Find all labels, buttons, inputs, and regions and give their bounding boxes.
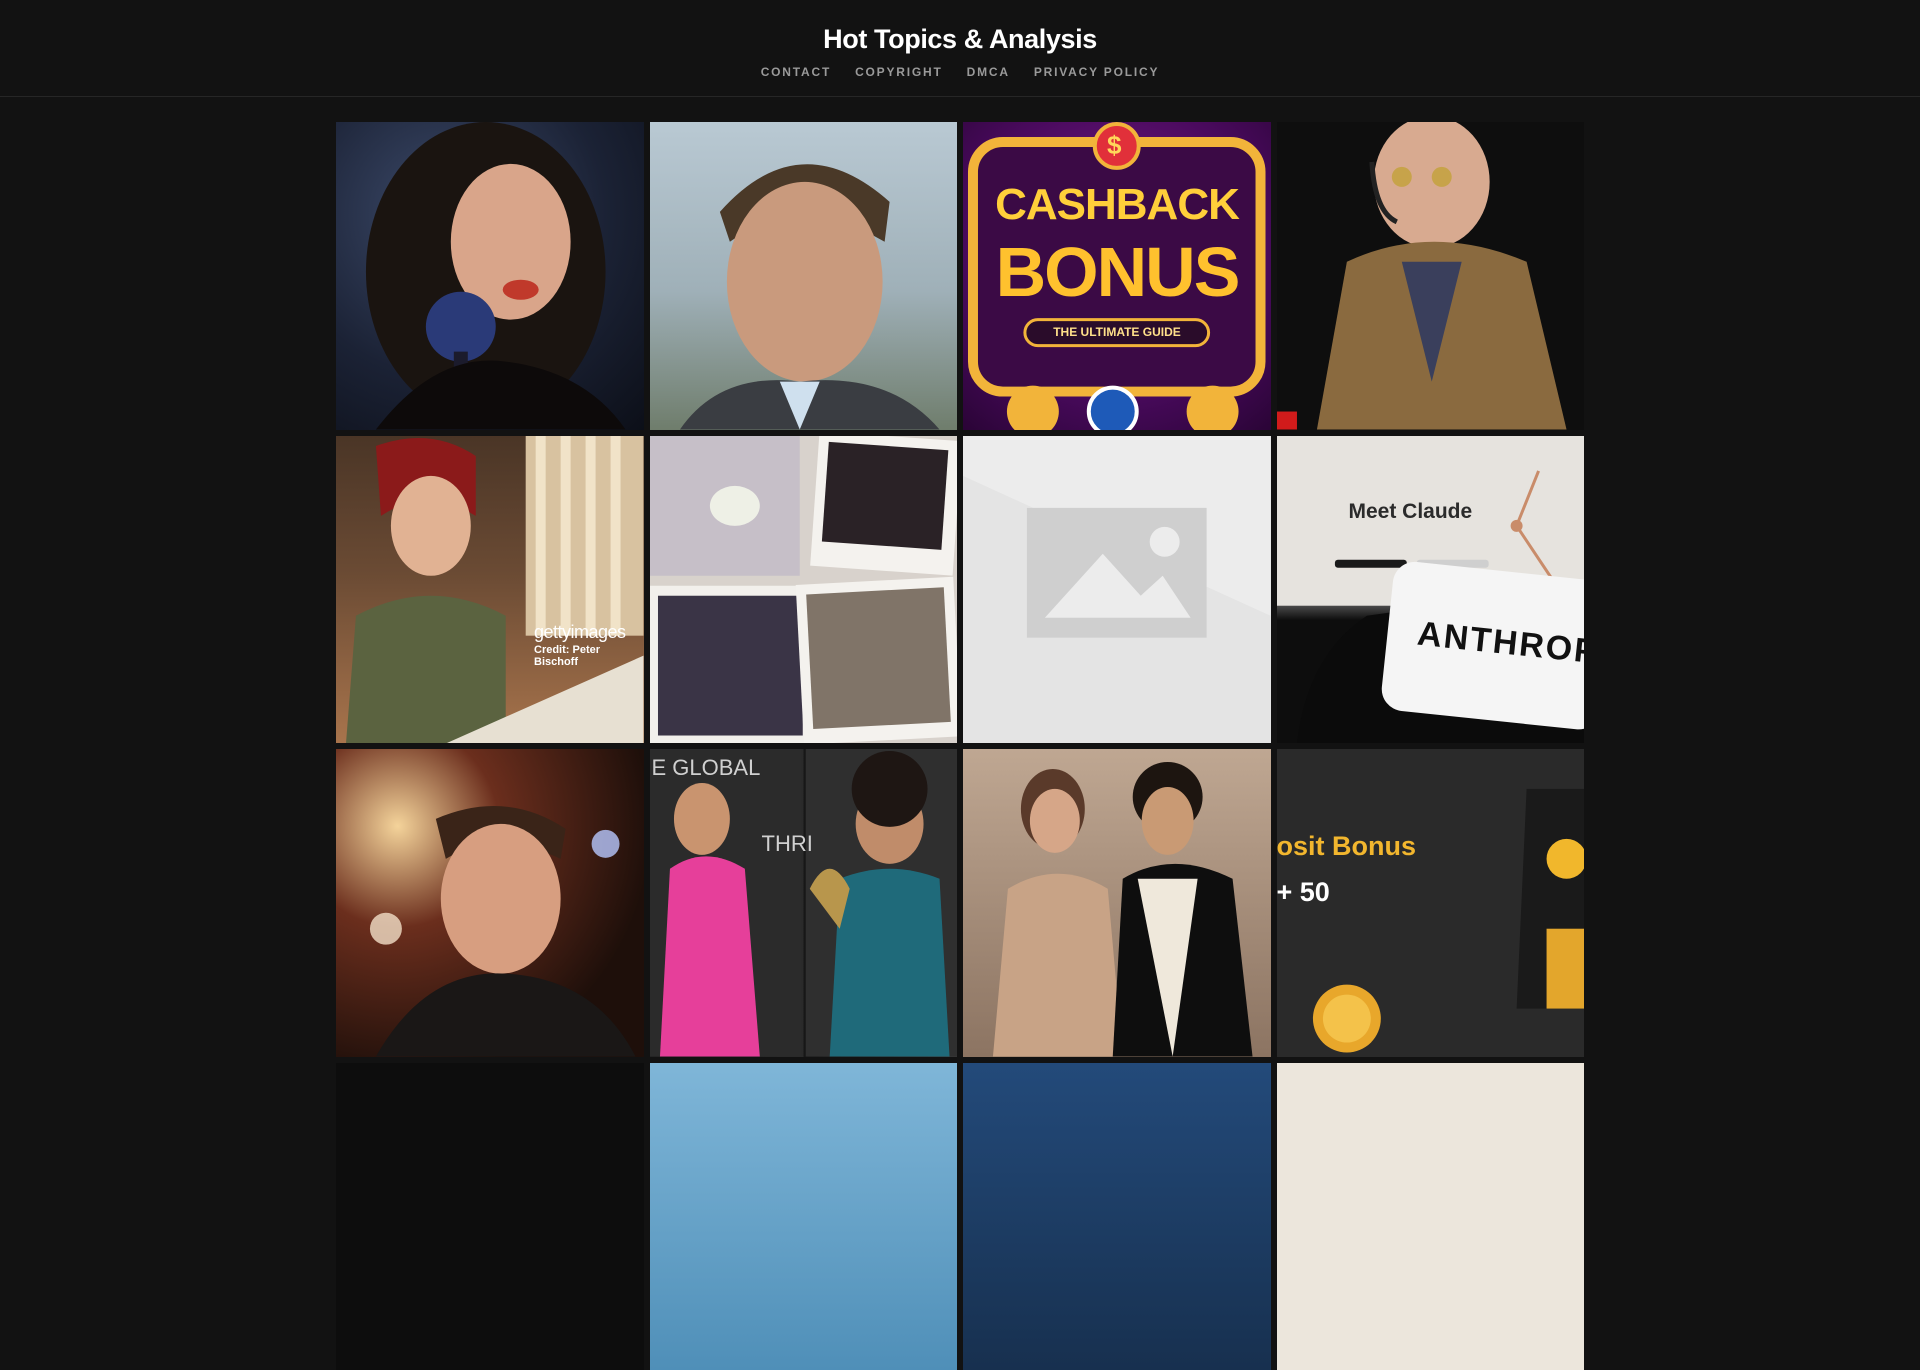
post-tile-man-portrait[interactable] [650,122,958,430]
post-tile-man-headset[interactable] [1277,122,1585,430]
site-header: Hot Topics & Analysis CONTACT COPYRIGHT … [0,0,1920,97]
dark-photo [336,1063,644,1370]
nav-dmca-link[interactable]: DMCA [967,65,1010,79]
cashback-line2: BONUS [963,232,1271,312]
getty-watermark: gettyimages [534,622,626,643]
post-tile-man-portrait-lights[interactable] [336,749,644,1057]
post-tile-cashback-bonus[interactable]: $ CASHBACK BONUS THE ULTIMATE GUIDE [963,122,1271,430]
man-headset-photo [1277,122,1585,430]
image-placeholder [963,436,1271,744]
post-tile-row4-1[interactable] [336,1063,644,1370]
event-sign-text: E GLOBAL [652,755,761,781]
post-tile-deposit-bonus[interactable]: osit Bonus + 50 [1277,749,1585,1057]
blue-photo [963,1063,1271,1370]
event-sign-text-2: THRI [762,831,813,857]
man-portrait-lights-photo [336,749,644,1057]
deposit-bonus-line1: osit Bonus [1277,831,1417,862]
post-tile-row4-3[interactable] [963,1063,1271,1370]
woman-singing-photo [336,122,644,430]
post-tile-row4-4[interactable] [1277,1063,1585,1370]
cashback-badge: $ [1107,130,1121,161]
man-portrait-photo [650,122,958,430]
nav-privacy-policy-link[interactable]: PRIVACY POLICY [1034,65,1159,79]
post-tile-woman-singing[interactable] [336,122,644,430]
post-tile-row4-2[interactable] [650,1063,958,1370]
sky-photo [650,1063,958,1370]
post-tile-wedding-polaroids[interactable] [650,436,958,744]
site-title[interactable]: Hot Topics & Analysis [0,0,1920,55]
woman-drawing-photo [336,436,644,744]
post-tile-woman-drawing[interactable]: gettyimages Credit: Peter Bischoff [336,436,644,744]
post-tile-image-placeholder[interactable] [963,436,1271,744]
post-tile-couple-formal[interactable] [963,749,1271,1057]
cashback-line1: CASHBACK [963,180,1271,230]
post-tile-anthropic[interactable]: Meet Claude ANTHROP [1277,436,1585,744]
nav-copyright-link[interactable]: COPYRIGHT [855,65,943,79]
meet-claude-heading: Meet Claude [1349,500,1473,524]
wedding-polaroids-photo [650,436,958,744]
post-tile-couple-collage[interactable]: E GLOBAL THRI [650,749,958,1057]
main-nav: CONTACT COPYRIGHT DMCA PRIVACY POLICY [0,65,1920,79]
cashback-line3: THE ULTIMATE GUIDE [963,325,1271,339]
nav-contact-link[interactable]: CONTACT [761,65,831,79]
post-grid: $ CASHBACK BONUS THE ULTIMATE GUIDE [336,122,1584,1370]
couple-formal-photo [963,749,1271,1057]
deposit-bonus-line2: + 50 [1277,877,1330,908]
map-photo [1277,1063,1585,1370]
couple-event-collage-photo [650,749,958,1057]
anthropic-phone-photo [1277,436,1585,744]
getty-credit: Credit: Peter Bischoff [534,644,644,668]
